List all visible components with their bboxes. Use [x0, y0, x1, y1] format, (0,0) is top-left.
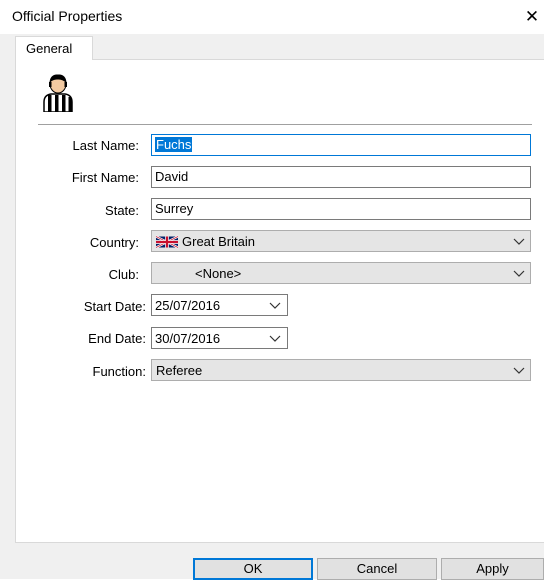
start-date-picker[interactable]: 25/07/2016 [151, 294, 288, 316]
start-date-value: 25/07/2016 [155, 298, 221, 313]
club-select[interactable]: <None> [151, 262, 531, 284]
country-label: Country: [89, 235, 139, 250]
chevron-down-icon[interactable] [269, 332, 281, 344]
first-name-label: First Name: [71, 170, 139, 185]
close-icon: ✕ [524, 7, 540, 26]
referee-icon [43, 74, 73, 112]
end-date-picker[interactable]: 30/07/2016 [151, 327, 288, 349]
first-name-value: David [155, 169, 189, 184]
cancel-button[interactable]: Cancel [317, 558, 437, 580]
apply-button[interactable]: Apply [441, 558, 544, 580]
end-date-value: 30/07/2016 [155, 331, 221, 346]
chevron-down-icon[interactable] [269, 299, 281, 311]
chevron-down-icon [513, 270, 525, 277]
window-title: Official Properties [12, 8, 123, 24]
close-button[interactable]: ✕ [520, 2, 544, 32]
chevron-down-icon [513, 367, 525, 374]
chevron-down-icon [513, 238, 525, 245]
function-label: Function: [92, 364, 146, 379]
country-select[interactable]: Great Britain [151, 230, 531, 252]
country-value: Great Britain [182, 234, 255, 249]
club-value: <None> [195, 266, 242, 281]
title-bar: Official Properties ✕ [0, 0, 544, 34]
ok-button[interactable]: OK [193, 558, 313, 580]
header-separator [38, 124, 532, 126]
last-name-label: Last Name: [72, 138, 139, 153]
last-name-value: Fuchs [155, 137, 193, 152]
state-field[interactable]: Surrey [151, 198, 531, 220]
function-select[interactable]: Referee [151, 359, 531, 381]
last-name-field[interactable]: Fuchs [151, 134, 531, 156]
union-jack-flag-icon [156, 235, 178, 249]
club-label: Club: [108, 267, 139, 282]
state-value: Surrey [155, 201, 194, 216]
first-name-field[interactable]: David [151, 166, 531, 188]
end-date-label: End Date: [88, 331, 146, 346]
tab-general[interactable]: General [15, 36, 93, 60]
tab-label: General [26, 41, 73, 56]
start-date-label: Start Date: [83, 299, 146, 314]
function-value: Referee [156, 363, 203, 378]
state-label: State: [105, 203, 139, 218]
